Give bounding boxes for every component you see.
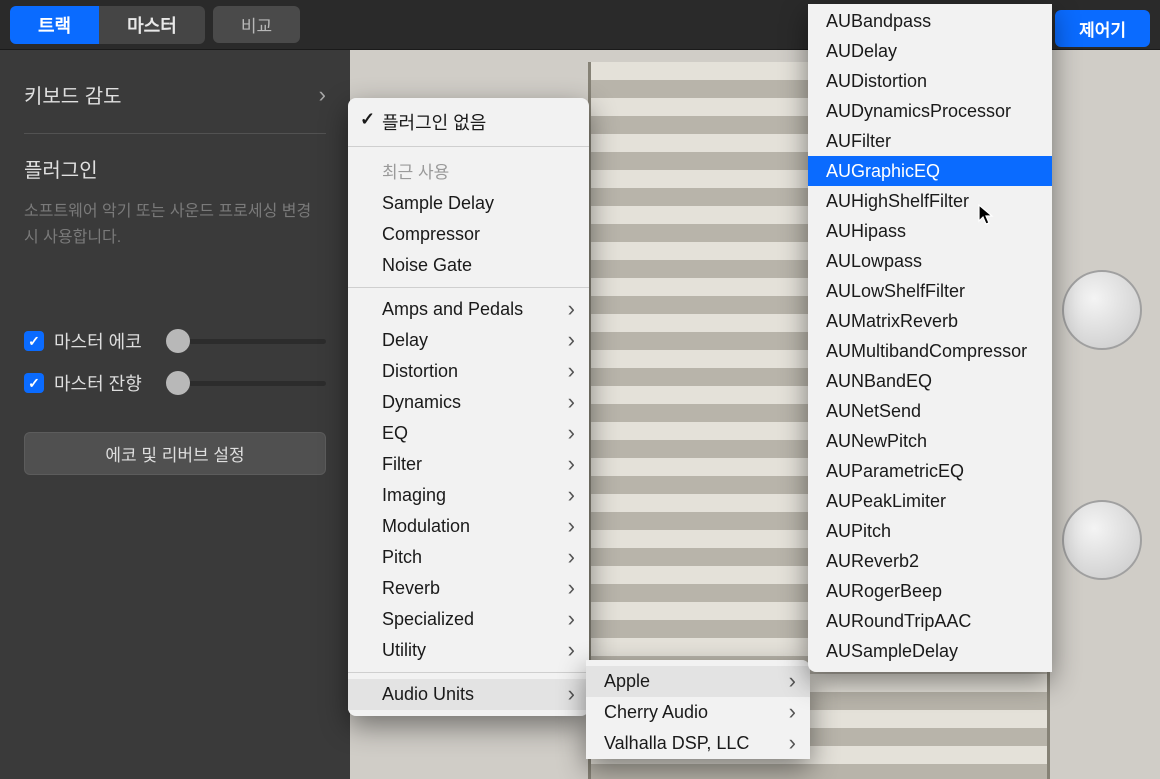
menu-item-category[interactable]: Reverb (348, 573, 589, 604)
echo-reverb-settings-button[interactable]: 에코 및 리버브 설정 (24, 432, 326, 475)
menu-item-au[interactable]: AURogerBeep (808, 576, 1052, 606)
hardware-knob-icon (1062, 270, 1142, 350)
master-reverb-row: ✓ 마스터 잔향 (24, 362, 326, 404)
menu-item-au[interactable]: AUGraphicEQ (808, 156, 1052, 186)
master-reverb-checkbox[interactable]: ✓ (24, 373, 44, 393)
keyboard-sensitivity-row[interactable]: 키보드 감도 › (24, 68, 326, 134)
menu-item-no-plugin[interactable]: 플러그인 없음 (348, 104, 589, 140)
controller-button[interactable]: 제어기 (1055, 10, 1150, 47)
inspector-sidebar: 키보드 감도 › 플러그인 소프트웨어 악기 또는 사운드 프로세싱 변경 시 … (0, 50, 350, 779)
menu-item-category[interactable]: Dynamics (348, 387, 589, 418)
menu-item-recent[interactable]: Noise Gate (348, 250, 589, 281)
menu-item-category[interactable]: Utility (348, 635, 589, 666)
menu-item-category[interactable]: Pitch (348, 542, 589, 573)
master-reverb-label: 마스터 잔향 (54, 370, 154, 396)
master-echo-row: ✓ 마스터 에코 (24, 320, 326, 362)
menu-header-recent: 최근 사용 (348, 153, 589, 188)
menu-item-category[interactable]: Amps and Pedals (348, 294, 589, 325)
plugins-section-title: 플러그인 (24, 154, 326, 183)
menu-item-vendor[interactable]: Cherry Audio (586, 697, 810, 728)
menu-item-category[interactable]: Imaging (348, 480, 589, 511)
menu-item-au[interactable]: AUDelay (808, 36, 1052, 66)
menu-item-au[interactable]: AUPeakLimiter (808, 486, 1052, 516)
menu-item-au[interactable]: AUReverb2 (808, 546, 1052, 576)
menu-item-au[interactable]: AUPitch (808, 516, 1052, 546)
menu-item-vendor[interactable]: Valhalla DSP, LLC (586, 728, 810, 759)
master-echo-label: 마스터 에코 (54, 328, 154, 354)
plugins-section-description: 소프트웨어 악기 또는 사운드 프로세싱 변경 시 사용합니다. (24, 199, 326, 250)
menu-item-au[interactable]: AUFilter (808, 126, 1052, 156)
menu-item-au[interactable]: AULowpass (808, 246, 1052, 276)
view-segmented-control: 트랙 마스터 (10, 6, 205, 44)
master-echo-slider[interactable] (170, 339, 326, 344)
menu-item-au[interactable]: AUHighShelfFilter (808, 186, 1052, 216)
compare-button[interactable]: 비교 (213, 6, 300, 43)
tab-master[interactable]: 마스터 (99, 6, 205, 44)
menu-item-au[interactable]: AUDynamicsProcessor (808, 96, 1052, 126)
master-reverb-slider[interactable] (170, 381, 326, 386)
slider-knob-icon (166, 329, 190, 353)
menu-item-au[interactable]: AUDistortion (808, 66, 1052, 96)
menu-item-recent[interactable]: Compressor (348, 219, 589, 250)
menu-item-recent[interactable]: Sample Delay (348, 188, 589, 219)
menu-item-category[interactable]: Filter (348, 449, 589, 480)
menu-item-vendor[interactable]: Apple (586, 666, 810, 697)
menu-item-au[interactable]: AUMatrixReverb (808, 306, 1052, 336)
menu-separator (348, 672, 589, 673)
apple-au-plugin-menu: AUBandpass AUDelay AUDistortion AUDynami… (808, 4, 1052, 672)
menu-item-category[interactable]: Modulation (348, 511, 589, 542)
menu-item-audio-units[interactable]: Audio Units (348, 679, 589, 710)
plugin-menu: 플러그인 없음 최근 사용 Sample Delay Compressor No… (348, 98, 589, 716)
menu-item-category[interactable]: Delay (348, 325, 589, 356)
menu-separator (348, 146, 589, 147)
menu-item-au[interactable]: AUHipass (808, 216, 1052, 246)
menu-item-au[interactable]: AUNetSend (808, 396, 1052, 426)
menu-item-category[interactable]: Specialized (348, 604, 589, 635)
menu-item-au[interactable]: AUParametricEQ (808, 456, 1052, 486)
menu-item-category[interactable]: Distortion (348, 356, 589, 387)
menu-item-au[interactable]: AUSampleDelay (808, 636, 1052, 666)
menu-item-au[interactable]: AURoundTripAAC (808, 606, 1052, 636)
menu-item-category[interactable]: EQ (348, 418, 589, 449)
master-echo-checkbox[interactable]: ✓ (24, 331, 44, 351)
slider-knob-icon (166, 371, 190, 395)
menu-separator (348, 287, 589, 288)
menu-item-au[interactable]: AULowShelfFilter (808, 276, 1052, 306)
menu-item-au[interactable]: AUMultibandCompressor (808, 336, 1052, 366)
keyboard-sensitivity-label: 키보드 감도 (24, 80, 122, 109)
hardware-knob-icon (1062, 500, 1142, 580)
menu-item-au[interactable]: AUNBandEQ (808, 366, 1052, 396)
chevron-right-icon: › (319, 82, 326, 108)
menu-item-au[interactable]: AUNewPitch (808, 426, 1052, 456)
audio-units-vendor-menu: Apple Cherry Audio Valhalla DSP, LLC (586, 660, 810, 759)
tab-track[interactable]: 트랙 (10, 6, 99, 44)
menu-item-au[interactable]: AUBandpass (808, 6, 1052, 36)
